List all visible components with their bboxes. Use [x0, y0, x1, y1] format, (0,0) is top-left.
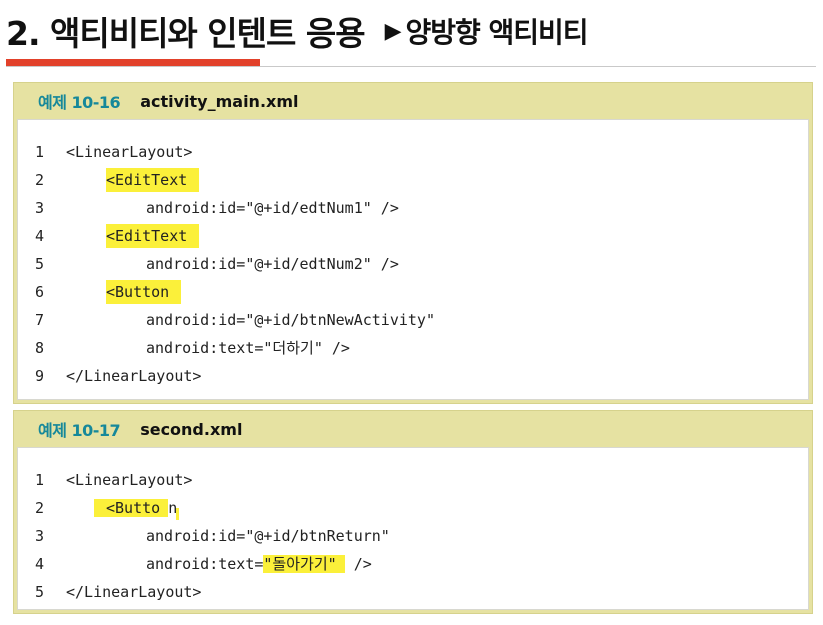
code-line: 3 android:id="@+id/edtNum1" />: [18, 196, 808, 220]
code-line: 9 </LinearLayout>: [18, 364, 808, 388]
example-filename: activity_main.xml: [140, 91, 299, 111]
code-text: android:text="돌아가기" />: [146, 552, 372, 576]
code-text: android:id="@+id/btnReturn": [146, 527, 390, 545]
code-line: 4 <EditText: [18, 224, 808, 248]
code-text-attr: android:text=: [146, 555, 264, 573]
code-line: 2 <EditText: [18, 168, 808, 192]
code-line: 5 android:id="@+id/edtNum2" />: [18, 252, 808, 276]
line-number: 1: [35, 471, 45, 489]
code-text-highlighted: "돌아가기": [263, 555, 345, 573]
code-text-highlighted: <EditText: [106, 168, 200, 192]
slide-title-main: 2. 액티비티와 인텐트 응용: [6, 14, 366, 53]
code-line: 3 android:id="@+id/btnReturn": [18, 524, 808, 548]
line-number: 6: [35, 283, 45, 301]
code-line: 1 <LinearLayout>: [18, 140, 808, 164]
example-header: 예제 10-16 activity_main.xml: [14, 83, 812, 119]
example-filename: second.xml: [140, 419, 243, 439]
example-panel-10-17: 예제 10-17 second.xml 1 <LinearLayout> 2 <…: [13, 410, 813, 614]
code-line: 6 <Button: [18, 280, 808, 304]
code-text: </LinearLayout>: [66, 583, 202, 601]
code-text: android:text="더하기" />: [146, 339, 350, 357]
code-text: android:id="@+id/edtNum2" />: [146, 255, 399, 273]
line-number: 4: [35, 555, 45, 573]
line-number: 5: [35, 255, 45, 273]
line-number: 8: [35, 339, 45, 357]
text-cursor-mark: [176, 508, 179, 520]
code-text: <Butto n: [94, 496, 177, 520]
code-block: 1 <LinearLayout> 2 <EditText 3 android:i…: [17, 119, 809, 400]
code-line: 7 android:id="@+id/btnNewActivity": [18, 308, 808, 332]
example-panel-10-16: 예제 10-16 activity_main.xml 1 <LinearLayo…: [13, 82, 813, 404]
triangle-right-icon: ▶: [384, 18, 402, 44]
title-accent-bar: [6, 59, 260, 66]
code-line: 8 android:text="더하기" />: [18, 336, 808, 360]
line-number: 2: [35, 171, 45, 189]
code-block: 1 <LinearLayout> 2 <Butto n 3 android:id=…: [17, 447, 809, 610]
code-line: 2 <Butto n: [18, 496, 808, 520]
code-text-highlighted: <Button: [106, 280, 182, 304]
line-number: 5: [35, 583, 45, 601]
line-number: 3: [35, 199, 45, 217]
line-number: 1: [35, 143, 45, 161]
code-text-highlighted: <Butto: [94, 499, 169, 517]
code-text: </LinearLayout>: [66, 367, 202, 385]
line-number: 9: [35, 367, 45, 385]
code-text: android:id="@+id/btnNewActivity": [146, 311, 435, 329]
code-text: <LinearLayout>: [66, 471, 193, 489]
example-label: 예제 10-17: [38, 421, 121, 440]
line-number: 3: [35, 527, 45, 545]
slide-title: 2. 액티비티와 인텐트 응용 ▶ 양방향 액티비티: [6, 6, 589, 56]
code-text: <LinearLayout>: [66, 143, 193, 161]
title-divider: [6, 66, 816, 67]
line-number: 4: [35, 227, 45, 245]
code-text-highlighted: <EditText: [106, 224, 200, 248]
code-text-rest: />: [344, 555, 372, 573]
code-line: 5 </LinearLayout>: [18, 580, 808, 604]
code-line: 1 <LinearLayout>: [18, 468, 808, 492]
slide-title-sub: 양방향 액티비티: [405, 16, 589, 49]
example-label: 예제 10-16: [38, 93, 121, 112]
code-line: 4 android:text="돌아가기" />: [18, 552, 808, 576]
line-number: 7: [35, 311, 45, 329]
code-text: android:id="@+id/edtNum1" />: [146, 199, 399, 217]
line-number: 2: [35, 499, 45, 517]
example-header: 예제 10-17 second.xml: [14, 411, 812, 447]
